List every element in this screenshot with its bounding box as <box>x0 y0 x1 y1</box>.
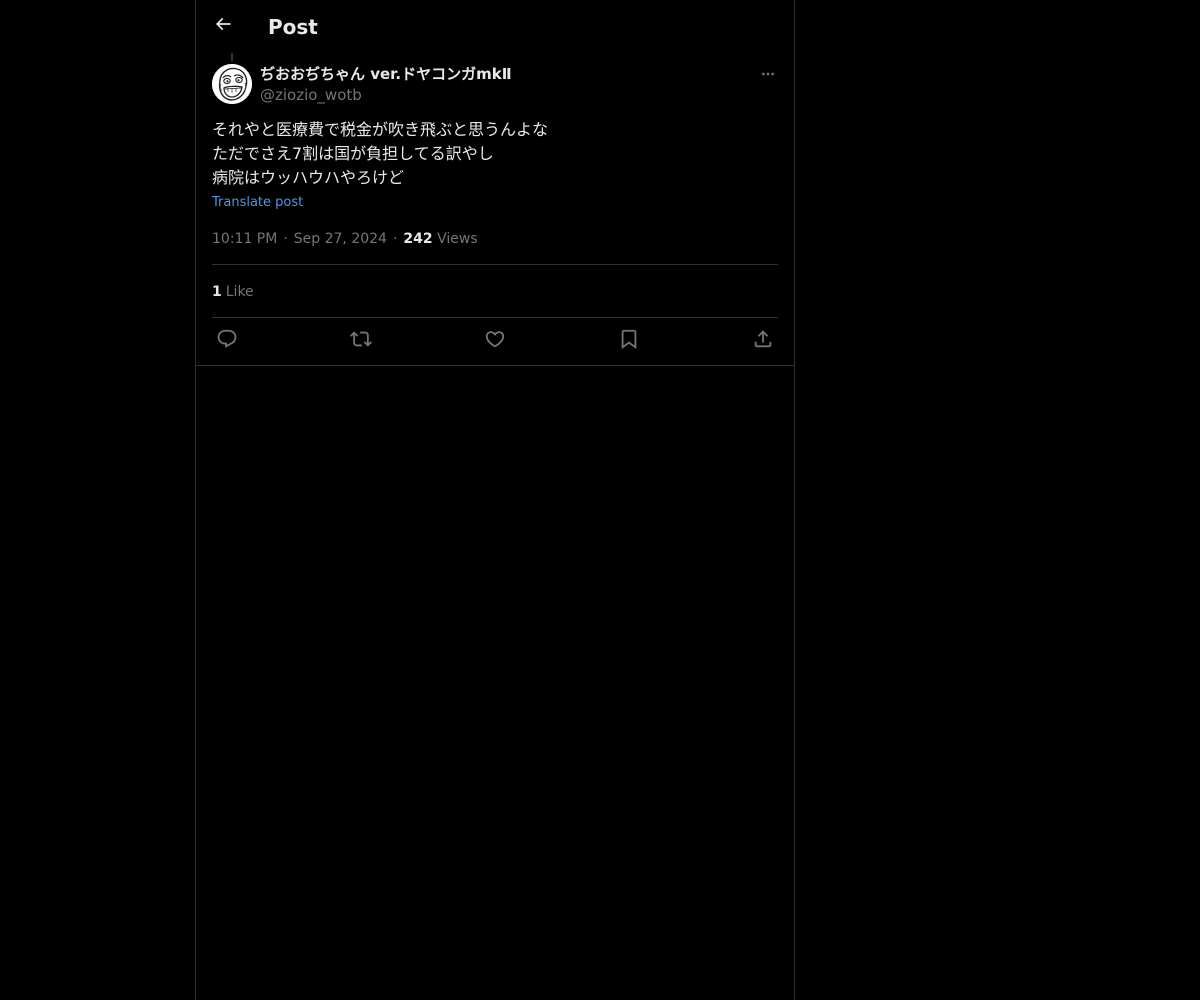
author-handle[interactable]: @ziozio_wotb <box>260 85 362 105</box>
likes-summary[interactable]: 1 Like <box>212 282 254 302</box>
meta-separator: · <box>392 231 398 247</box>
divider <box>212 317 778 318</box>
views-count: 242 <box>403 231 433 247</box>
post-time[interactable]: 10:11 PM <box>212 231 277 247</box>
heart-icon <box>484 328 506 354</box>
likes-count: 1 <box>212 284 222 300</box>
likes-label: Like <box>225 284 254 300</box>
bookmark-icon <box>618 328 640 354</box>
reply-button[interactable] <box>212 328 242 354</box>
share-icon <box>752 328 774 354</box>
post-metadata: 10:11 PM · Sep 27, 2024 · 242 Views <box>212 229 478 249</box>
more-options-button[interactable] <box>754 64 782 88</box>
translate-post-link[interactable]: Translate post <box>212 194 303 212</box>
repost-icon <box>350 328 372 354</box>
post-text-line: それやと医療費で税金が吹き飛ぶと思うんよな <box>212 120 549 139</box>
views-label: Views <box>437 231 478 247</box>
meta-separator: · <box>283 231 288 247</box>
author-display-name[interactable]: ぢおおぢちゃん ver.ドヤコンガmkⅡ <box>260 64 512 84</box>
post-bottom-border <box>196 365 794 366</box>
post-date[interactable]: Sep 27, 2024 <box>294 231 387 247</box>
thread-connector-line <box>231 53 233 61</box>
post-text-line: 病院はウッハウハやろけど <box>212 168 405 187</box>
share-button[interactable] <box>748 328 778 354</box>
reply-icon <box>216 328 238 354</box>
post-detail-column: Post ぢおおぢちゃん ver.ドヤコンガmkⅡ @ziozio_wotb そ… <box>195 0 795 1000</box>
arrow-left-icon <box>213 14 233 38</box>
avatar-face-icon <box>212 64 252 104</box>
divider <box>212 264 778 265</box>
bookmark-button[interactable] <box>614 328 644 354</box>
more-icon <box>760 66 776 86</box>
repost-button[interactable] <box>346 328 376 354</box>
avatar[interactable] <box>212 64 252 104</box>
post-header: Post <box>196 0 794 53</box>
like-button[interactable] <box>480 328 510 354</box>
post-text-line: ただでさえ7割は国が負担してる訳やし <box>212 144 494 163</box>
post-text: それやと医療費で税金が吹き飛ぶと思うんよな ただでさえ7割は国が負担してる訳やし… <box>212 118 778 190</box>
back-button[interactable] <box>208 11 238 41</box>
post-actions-bar <box>212 328 778 354</box>
page-title: Post <box>268 15 318 39</box>
